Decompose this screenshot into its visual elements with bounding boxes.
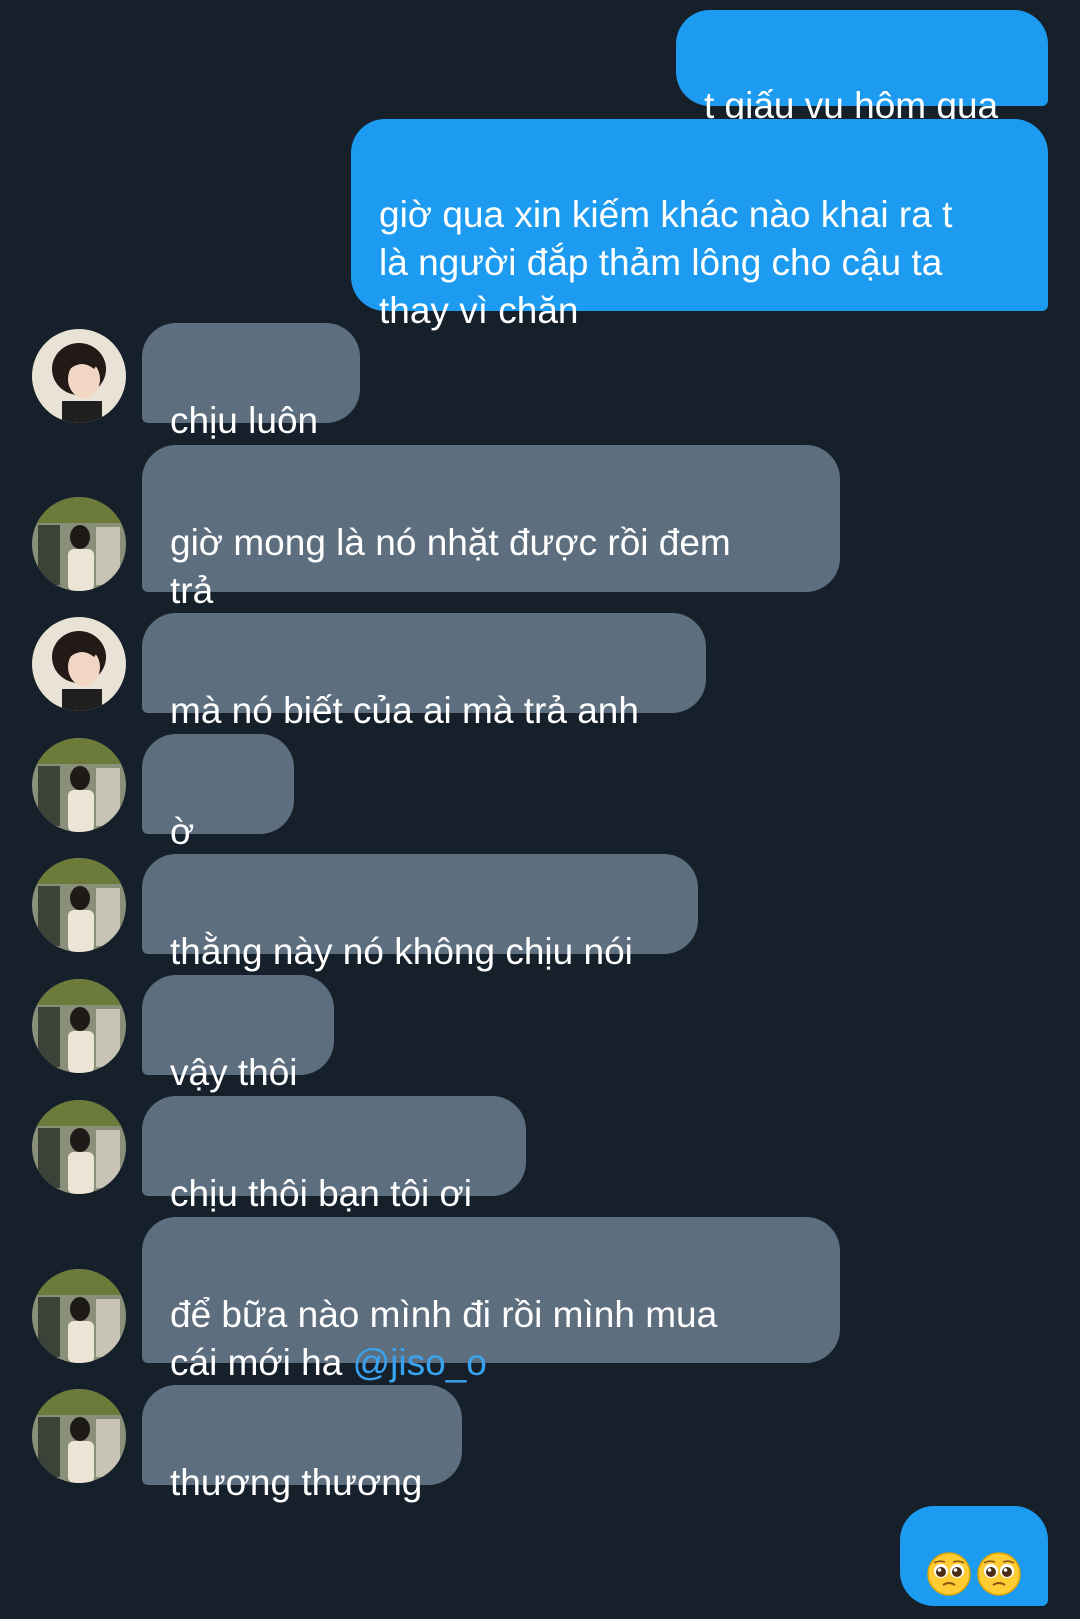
message-text: thương thương [170, 1462, 423, 1503]
avatar-portrait[interactable] [32, 329, 126, 423]
message-text: chịu thôi bạn tôi ơi [170, 1173, 472, 1214]
chat-screen: { "conversation": { "messages": [ {"send… [0, 0, 1080, 1619]
message-incoming[interactable]: mà nó biết của ai mà trả anh [142, 613, 706, 731]
message-incoming[interactable]: thương thương [142, 1385, 462, 1503]
message-text: chịu luôn [170, 400, 319, 441]
avatar-portrait[interactable] [32, 617, 126, 711]
message-incoming[interactable]: giờ mong là nó nhặt được rồi đem trả [142, 445, 840, 611]
message-text: thằng này nó không chịu nói [170, 931, 633, 972]
message-text: giờ qua xin kiếm khác nào khai ra t là n… [379, 194, 953, 331]
mention-link[interactable]: @jiso_o [353, 1342, 487, 1383]
message-outgoing[interactable]: t giấu vụ hôm qua [676, 10, 1048, 126]
message-incoming[interactable]: thằng này nó không chịu nói [142, 854, 698, 972]
message-outgoing[interactable]: giờ qua xin kiếm khác nào khai ra t là n… [351, 119, 1048, 331]
avatar-photo[interactable] [32, 738, 126, 832]
avatar-photo[interactable] [32, 497, 126, 591]
avatar-photo[interactable] [32, 858, 126, 952]
message-text: vậy thôi [170, 1052, 298, 1093]
avatar-photo[interactable] [32, 1269, 126, 1363]
message-incoming[interactable]: vậy thôi [142, 975, 334, 1093]
pleading-face-icon [976, 1503, 1022, 1609]
message-outgoing[interactable] [900, 1506, 1048, 1606]
message-incoming[interactable]: chịu thôi bạn tôi ơi [142, 1096, 526, 1214]
message-incoming[interactable]: ờ hen [142, 734, 294, 900]
message-text: mà nó biết của ai mà trả anh [170, 690, 639, 731]
avatar-photo[interactable] [32, 1389, 126, 1483]
pleading-face-icon [926, 1503, 972, 1609]
avatar-photo[interactable] [32, 979, 126, 1073]
message-incoming[interactable]: chịu luôn [142, 323, 360, 441]
message-incoming[interactable]: để bữa nào mình đi rồi mình mua cái mới … [142, 1217, 840, 1383]
avatar-photo[interactable] [32, 1100, 126, 1194]
message-text: giờ mong là nó nhặt được rồi đem trả [170, 522, 731, 611]
